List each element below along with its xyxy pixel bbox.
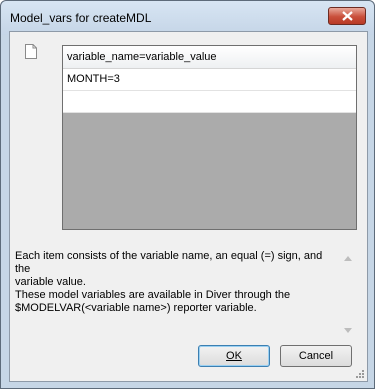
cancel-button[interactable]: Cancel — [280, 345, 352, 367]
grid-cell[interactable]: MONTH=3 — [67, 73, 120, 85]
dialog-client-area: variable_name=variable_value MONTH=3 Eac… — [9, 31, 368, 382]
grid-new-row[interactable] — [63, 91, 356, 113]
close-icon — [342, 11, 353, 21]
document-icon — [25, 44, 37, 59]
dialog-window: Model_vars for createMDL variable_name=v… — [0, 0, 375, 389]
description-line: These model variables are available in D… — [15, 289, 291, 301]
window-title: Model_vars for createMDL — [10, 11, 152, 25]
grid-column-header-label: variable_name=variable_value — [67, 51, 217, 63]
close-button[interactable] — [328, 7, 366, 25]
grid-column-header[interactable]: variable_name=variable_value — [63, 46, 356, 69]
ok-button-label: OK — [226, 350, 242, 362]
variables-grid[interactable]: variable_name=variable_value MONTH=3 — [62, 45, 357, 230]
description-text: Each item consists of the variable name,… — [15, 250, 340, 340]
description-line: Each item consists of the variable name,… — [15, 250, 323, 275]
scroll-up-arrow-icon[interactable] — [344, 256, 352, 261]
description-line: variable value. — [15, 276, 86, 288]
title-bar[interactable]: Model_vars for createMDL — [1, 1, 374, 35]
description-scrollbar[interactable] — [340, 250, 356, 340]
cancel-button-label: Cancel — [298, 350, 334, 362]
description-line: $MODELVAR(<variable name>) reporter vari… — [15, 302, 257, 314]
ok-button[interactable]: OK — [198, 345, 270, 367]
resize-grip-icon[interactable] — [354, 368, 365, 379]
scroll-down-arrow-icon[interactable] — [344, 328, 352, 333]
grid-row[interactable]: MONTH=3 — [63, 69, 356, 91]
